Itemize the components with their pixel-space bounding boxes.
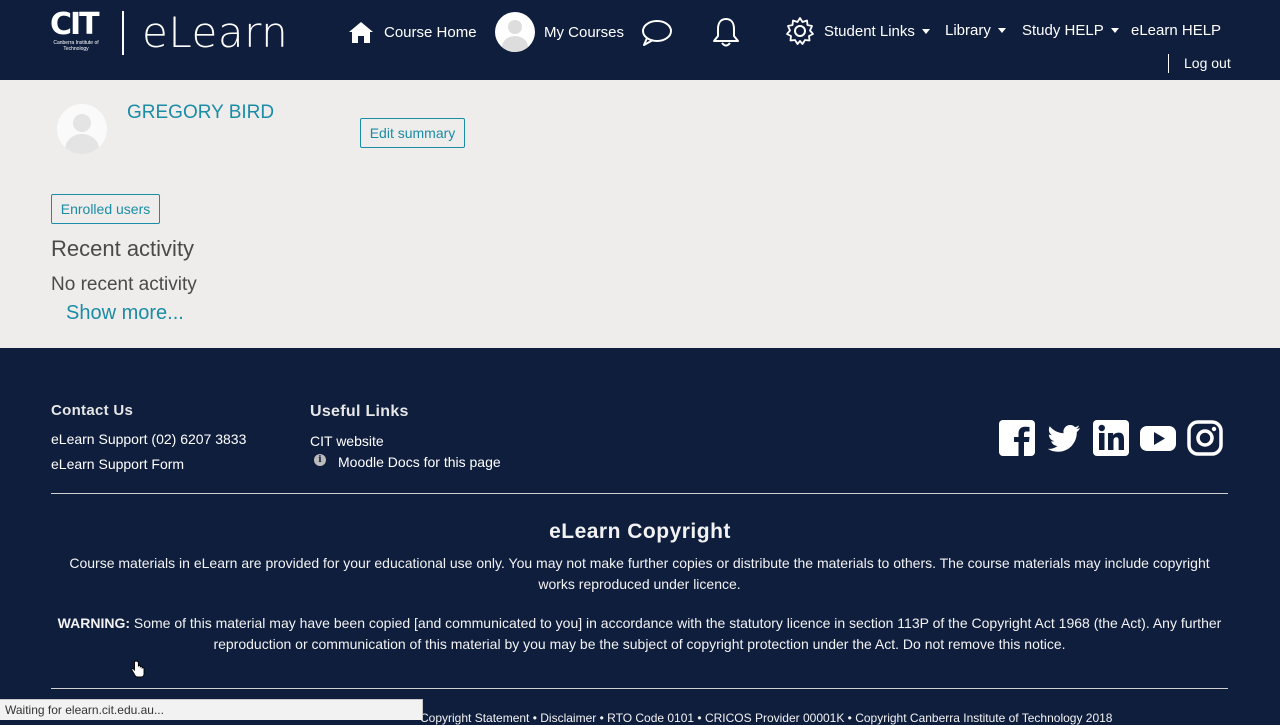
info-icon: i [314,454,326,466]
logo-divider [122,10,124,55]
user-avatar [495,12,535,52]
twitter-icon[interactable] [1045,419,1083,457]
warning-label: WARNING: [57,615,130,631]
useful-links-heading: Useful Links [310,403,409,420]
message-bubble-icon [642,20,672,46]
library-dropdown[interactable]: Library [945,22,1006,39]
library-label: Library [945,22,991,39]
instagram-icon[interactable] [1186,419,1224,457]
chevron-down-icon [921,28,930,34]
footer-legal-links[interactable]: Copyright Statement • Disclaimer • RTO C… [420,711,1112,725]
social-links [998,419,1224,457]
footer-divider [51,493,1228,494]
copyright-warning: WARNING: Some of this material may have … [51,613,1228,655]
my-courses-label: My Courses [544,23,625,41]
copyright-heading: eLearn Copyright [549,520,731,543]
user-full-name[interactable]: GREGORY BIRD [127,102,274,124]
recent-activity-heading: Recent activity [51,236,195,261]
student-links-dropdown[interactable]: Student Links [785,16,930,46]
cit-logo-subtitle: Canberra Institute of Technology [53,39,99,52]
contact-us-heading: Contact Us [51,402,134,419]
logout-divider [1168,54,1169,73]
moodle-docs-link[interactable]: Moodle Docs for this page [338,454,501,470]
page-footer: Contact Us eLearn Support (02) 6207 3833… [0,348,1280,725]
student-links-label: Student Links [824,22,915,40]
study-help-label: Study HELP [1022,22,1104,39]
browser-status-bar: Waiting for elearn.cit.edu.au... [0,699,423,720]
linkedin-icon[interactable] [1092,419,1130,457]
profile-content: GREGORY BIRD Edit summary Enrolled users… [0,80,1280,348]
elearn-logo-text: eLearn [142,8,289,57]
edit-summary-button[interactable]: Edit summary [360,118,465,148]
cit-elearn-logo[interactable]: CIT Canberra Institute of Technology eLe… [50,8,288,57]
chevron-down-icon [1110,28,1119,33]
cit-logo-mark: CIT Canberra Institute of Technology [50,6,102,56]
show-more-link[interactable]: Show more... [66,302,184,325]
logout-label: Log out [1184,55,1231,71]
facebook-icon[interactable] [998,419,1036,457]
elearn-support-form-link[interactable]: eLearn Support Form [51,456,184,472]
logout-link[interactable]: Log out [1184,55,1231,71]
no-recent-activity-text: No recent activity [51,274,197,295]
profile-avatar[interactable] [57,104,107,154]
bell-icon [713,18,739,47]
footer-bottom-divider [51,688,1228,689]
gear-icon [786,17,814,45]
hand-cursor-icon [131,660,145,678]
top-navbar: CIT Canberra Institute of Technology eLe… [0,0,1280,80]
home-icon [349,22,373,43]
cit-logo-letters: CIT [50,6,100,42]
warning-text: Some of this material may have been copi… [130,615,1222,652]
course-home-label: Course Home [384,23,477,41]
course-home-link[interactable]: Course Home [347,20,477,44]
cit-website-link[interactable]: CIT website [310,433,384,449]
study-help-dropdown[interactable]: Study HELP [1022,22,1119,39]
youtube-icon[interactable] [1139,419,1177,457]
elearn-help-link[interactable]: eLearn HELP [1131,22,1221,39]
elearn-help-label: eLearn HELP [1131,22,1222,39]
enrolled-users-button[interactable]: Enrolled users [51,194,160,224]
notifications-button[interactable] [711,16,741,48]
copyright-paragraph: Course materials in eLearn are provided … [69,555,1210,592]
elearn-support-phone: eLearn Support (02) 6207 3833 [51,431,247,447]
messages-button[interactable] [641,19,673,47]
my-courses-link[interactable]: My Courses [495,12,624,52]
chevron-down-icon [997,28,1006,33]
